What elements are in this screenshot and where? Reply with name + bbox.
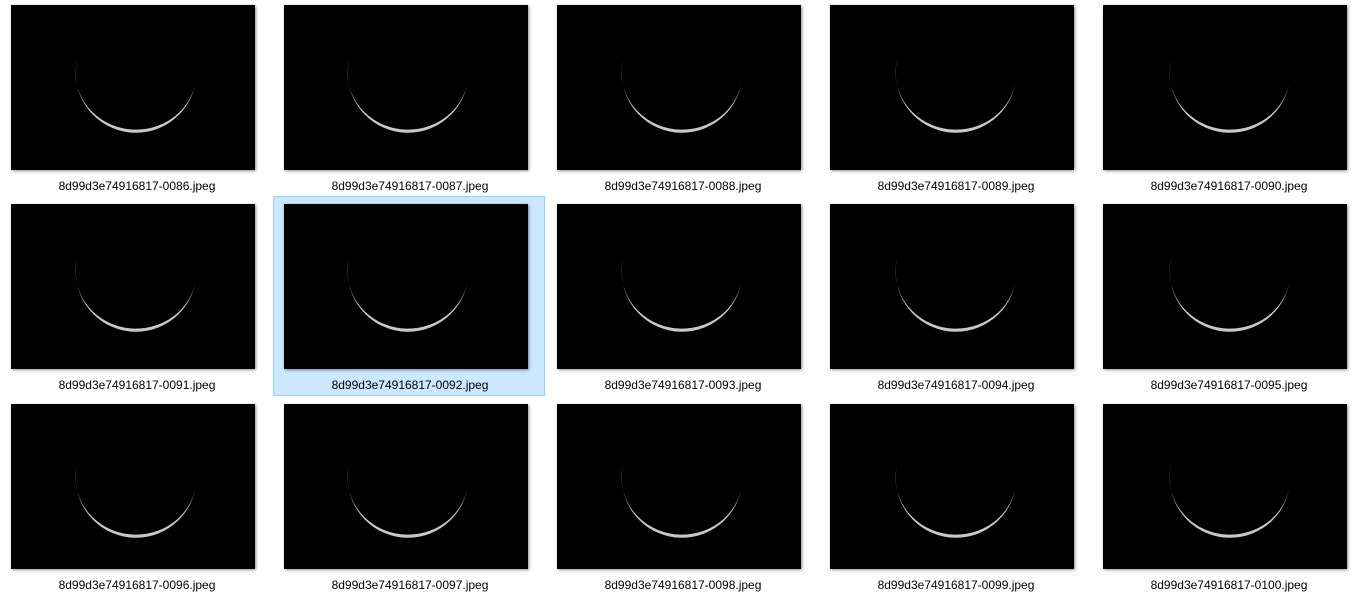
file-item[interactable]: 8d99d3e74916817-0092.jpeg bbox=[273, 196, 545, 396]
file-grid: 8d99d3e74916817-0086.jpeg 8d99d3e7491681… bbox=[0, 0, 1356, 596]
file-name: 8d99d3e74916817-0100.jpeg bbox=[1150, 578, 1308, 592]
file-name: 8d99d3e74916817-0093.jpeg bbox=[604, 378, 762, 392]
image-thumbnail bbox=[557, 204, 801, 369]
file-item[interactable]: 8d99d3e74916817-0099.jpeg bbox=[819, 396, 1091, 596]
file-name: 8d99d3e74916817-0099.jpeg bbox=[877, 578, 1035, 592]
file-item[interactable]: 8d99d3e74916817-0089.jpeg bbox=[819, 0, 1091, 197]
file-name: 8d99d3e74916817-0090.jpeg bbox=[1150, 179, 1308, 193]
file-item[interactable]: 8d99d3e74916817-0094.jpeg bbox=[819, 196, 1091, 396]
image-thumbnail bbox=[557, 404, 801, 569]
file-name: 8d99d3e74916817-0096.jpeg bbox=[58, 578, 216, 592]
image-thumbnail bbox=[830, 5, 1074, 170]
image-thumbnail bbox=[284, 404, 528, 569]
image-thumbnail bbox=[557, 5, 801, 170]
file-item[interactable]: 8d99d3e74916817-0087.jpeg bbox=[273, 0, 545, 197]
image-thumbnail bbox=[1103, 404, 1347, 569]
file-item[interactable]: 8d99d3e74916817-0096.jpeg bbox=[0, 396, 272, 596]
file-name: 8d99d3e74916817-0089.jpeg bbox=[877, 179, 1035, 193]
file-name: 8d99d3e74916817-0095.jpeg bbox=[1150, 378, 1308, 392]
file-item[interactable]: 8d99d3e74916817-0086.jpeg bbox=[0, 0, 272, 197]
image-thumbnail bbox=[830, 404, 1074, 569]
image-thumbnail bbox=[11, 204, 255, 369]
image-thumbnail bbox=[830, 204, 1074, 369]
image-thumbnail bbox=[11, 5, 255, 170]
image-thumbnail bbox=[1103, 204, 1347, 369]
file-name: 8d99d3e74916817-0086.jpeg bbox=[58, 179, 216, 193]
file-name: 8d99d3e74916817-0092.jpeg bbox=[331, 378, 489, 392]
file-name: 8d99d3e74916817-0087.jpeg bbox=[331, 179, 489, 193]
file-name: 8d99d3e74916817-0097.jpeg bbox=[331, 578, 489, 592]
file-item[interactable]: 8d99d3e74916817-0093.jpeg bbox=[546, 196, 818, 396]
file-name: 8d99d3e74916817-0098.jpeg bbox=[604, 578, 762, 592]
image-thumbnail bbox=[1103, 5, 1347, 170]
image-thumbnail bbox=[11, 404, 255, 569]
file-item[interactable]: 8d99d3e74916817-0100.jpeg bbox=[1092, 396, 1356, 596]
file-item[interactable]: 8d99d3e74916817-0091.jpeg bbox=[0, 196, 272, 396]
file-name: 8d99d3e74916817-0091.jpeg bbox=[58, 378, 216, 392]
file-name: 8d99d3e74916817-0088.jpeg bbox=[604, 179, 762, 193]
file-item[interactable]: 8d99d3e74916817-0088.jpeg bbox=[546, 0, 818, 197]
file-item[interactable]: 8d99d3e74916817-0097.jpeg bbox=[273, 396, 545, 596]
file-name: 8d99d3e74916817-0094.jpeg bbox=[877, 378, 1035, 392]
image-thumbnail bbox=[284, 5, 528, 170]
file-item[interactable]: 8d99d3e74916817-0095.jpeg bbox=[1092, 196, 1356, 396]
file-item[interactable]: 8d99d3e74916817-0098.jpeg bbox=[546, 396, 818, 596]
file-item[interactable]: 8d99d3e74916817-0090.jpeg bbox=[1092, 0, 1356, 197]
image-thumbnail bbox=[284, 204, 528, 369]
